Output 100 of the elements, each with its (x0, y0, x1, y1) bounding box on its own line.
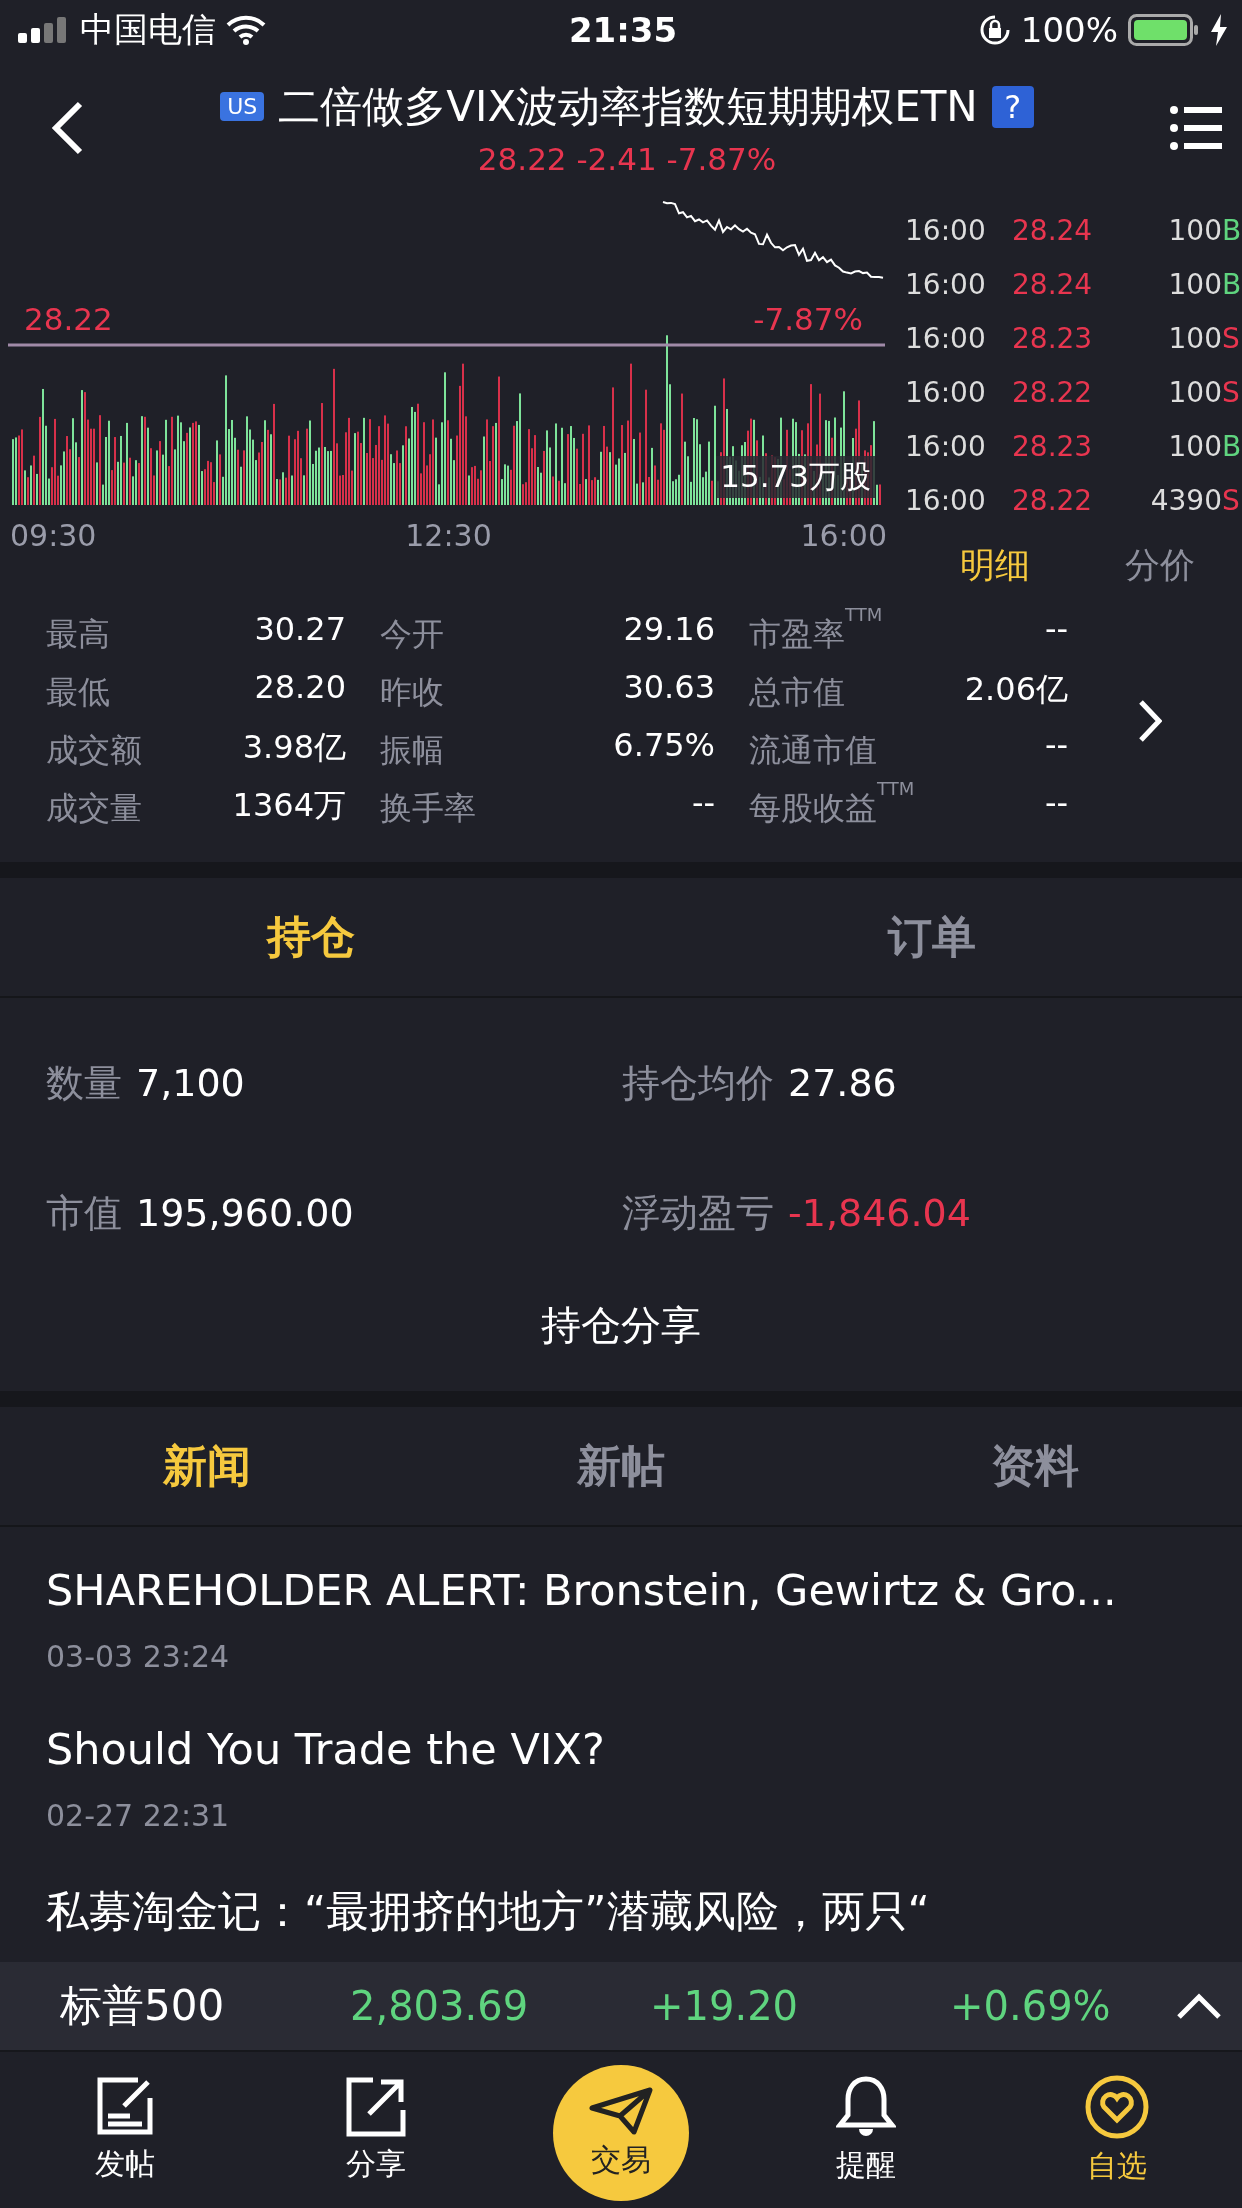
share-position-button[interactable]: 持仓分享 (501, 1278, 741, 1373)
trade-time: 16:00 (904, 267, 987, 301)
news-title[interactable]: 私募淘金记：“最拥挤的地方”潜藏风险，两只“ (46, 1883, 1196, 1941)
detail-tab[interactable]: 分价 (1118, 541, 1201, 590)
tab-bar-item[interactable]: 分享 (250, 2052, 502, 2208)
stat-value: 3.98亿 (241, 727, 346, 768)
position-tab[interactable]: 持仓 (0, 878, 621, 996)
stat-label: 成交额 (46, 730, 142, 771)
battery-percent: 100% (1020, 10, 1118, 50)
trade-time: 16:00 (904, 213, 987, 247)
trade-price: 28.22 (1011, 483, 1094, 517)
help-button[interactable]: ? (991, 85, 1034, 128)
field-value: 195,960.00 (136, 1191, 354, 1235)
stat-value: 28.20 (253, 668, 346, 708)
stat-label: 换手率 (380, 788, 476, 829)
stat-value: 1364万 (231, 785, 346, 826)
tab-bar-item[interactable]: 自选 (991, 2052, 1242, 2208)
trade-side: B (1222, 213, 1242, 247)
field-label: 市值 (46, 1189, 122, 1237)
bell-icon (835, 2074, 896, 2139)
field-value: 7,100 (136, 1061, 245, 1105)
news-tab[interactable]: 资料 (828, 1407, 1242, 1525)
trade-side: B (1222, 429, 1242, 463)
time-label: 16:00 (800, 518, 887, 553)
trade-side: S (1222, 321, 1241, 355)
back-icon[interactable] (50, 100, 84, 155)
trade-price: 28.24 (1011, 267, 1094, 301)
field-label: 数量 (46, 1059, 122, 1107)
index-percent: +0.69% (950, 1983, 1112, 2029)
clock: 21:35 (568, 10, 678, 50)
stat-value: -- (1043, 726, 1068, 766)
stat-value: -- (690, 784, 715, 824)
paper-plane-icon (588, 2085, 654, 2136)
trade-price: 28.23 (1011, 429, 1094, 463)
trade-side: S (1222, 483, 1241, 517)
trade-volume: 100 (1167, 375, 1222, 409)
stat-label: 昨收 (380, 672, 444, 713)
index-value: 2,803.69 (350, 1983, 530, 2029)
news-date: 02-27 22:31 (46, 1798, 231, 1833)
chevron-right-icon[interactable] (1138, 699, 1162, 743)
caret-up-icon[interactable] (1176, 1992, 1222, 2020)
menu-icon[interactable] (1170, 104, 1222, 151)
stat-value: -- (1043, 784, 1068, 824)
tab-bar-item[interactable]: 提醒 (740, 2052, 992, 2208)
news-title[interactable]: Should You Trade the VIX? (46, 1724, 1196, 1774)
trade-time: 16:00 (904, 429, 987, 463)
trade-price: 28.22 (1011, 375, 1094, 409)
stat-label: 最低 (46, 672, 110, 713)
market-badge: US (220, 92, 265, 121)
rotation-lock-icon (978, 14, 1011, 46)
battery-icon (1128, 14, 1200, 46)
trade-volume: 4390 (1149, 483, 1222, 517)
stat-label: 今开 (380, 614, 444, 655)
news-tab[interactable]: 新闻 (0, 1407, 414, 1525)
volume-label: 15.73万股 (716, 456, 875, 498)
trade-side: S (1222, 375, 1241, 409)
time-label: 12:30 (405, 518, 492, 553)
trade-time: 16:00 (904, 375, 987, 409)
field-label: 持仓均价 (622, 1059, 774, 1107)
trade-time: 16:00 (904, 321, 987, 355)
stat-value: 6.75% (612, 726, 715, 766)
wifi-icon (226, 15, 266, 45)
index-name: 标普500 (60, 1980, 226, 2032)
stat-value: -- (1043, 610, 1068, 650)
stat-value: 2.06亿 (963, 669, 1068, 710)
stat-value: 30.63 (622, 668, 715, 708)
share-icon (345, 2075, 408, 2138)
trade-price: 28.23 (1011, 321, 1094, 355)
news-title[interactable]: SHAREHOLDER ALERT: Bronstein, Gewirtz & Gro... (46, 1565, 1196, 1615)
news-date: 03-03 23:24 (46, 1639, 231, 1674)
trade-volume: 100 (1167, 267, 1222, 301)
stock-title: 二倍做多VIX波动率指数短期期权ETN (278, 80, 978, 133)
change-label: -7.87% (753, 301, 863, 337)
tab-bar-item[interactable]: 发帖 (0, 2052, 251, 2208)
trade-price: 28.24 (1011, 213, 1094, 247)
price-label: 28.22 (24, 301, 113, 337)
index-change: +19.20 (650, 1983, 800, 2029)
trade-volume: 100 (1167, 321, 1222, 355)
carrier-name: 中国电信 (80, 8, 216, 51)
stat-label: 流通市值 (749, 730, 877, 771)
stat-value: 29.16 (622, 610, 715, 650)
stat-label: 市盈率$^{TTM}$ (749, 610, 883, 655)
trade-volume: 100 (1167, 429, 1222, 463)
stat-label: 每股收益$^{TTM}$ (749, 784, 915, 829)
stat-label: 总市值 (749, 672, 845, 713)
field-label: 浮动盈亏 (622, 1189, 774, 1237)
charging-icon (1210, 14, 1228, 46)
detail-tab[interactable]: 明细 (954, 541, 1037, 590)
price-quote: 28.22 -2.41 -7.87% (477, 140, 777, 177)
field-value: 27.86 (788, 1061, 897, 1105)
news-tab[interactable]: 新帖 (414, 1407, 828, 1525)
stat-label: 成交量 (46, 788, 142, 829)
stat-label: 最高 (46, 614, 110, 655)
trade-button[interactable]: 交易 (553, 2065, 689, 2201)
time-label: 09:30 (10, 518, 97, 553)
position-tab[interactable]: 订单 (621, 878, 1242, 996)
trade-side: B (1222, 267, 1242, 301)
field-value: -1,846.04 (788, 1191, 971, 1235)
stat-value: 30.27 (253, 610, 346, 650)
stat-label: 振幅 (380, 730, 444, 771)
